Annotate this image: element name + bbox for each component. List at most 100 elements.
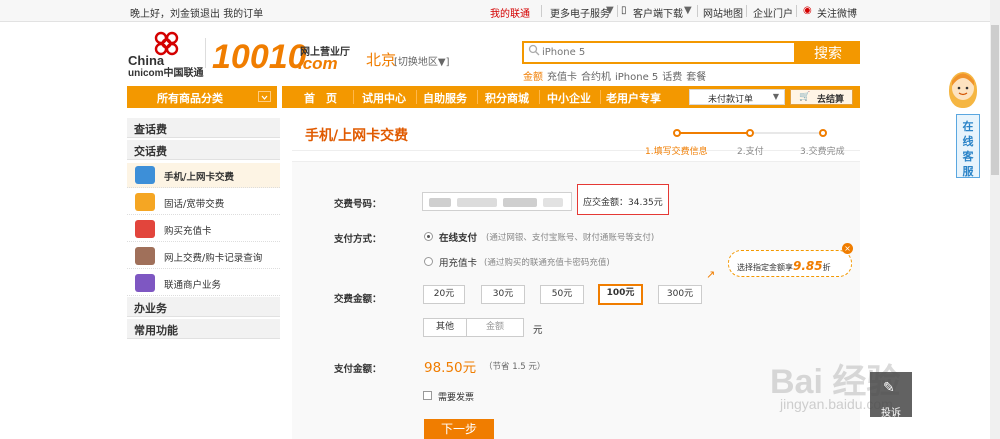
nav-self-service[interactable]: 自助服务 xyxy=(423,90,467,106)
invoice-label: 需要发票 xyxy=(438,393,475,403)
search-input[interactable] xyxy=(542,43,792,62)
sidebar-section-common[interactable]: 常用功能 xyxy=(127,319,280,339)
next-step-button[interactable]: 下一步 xyxy=(424,419,494,439)
step-dot xyxy=(746,129,754,137)
checkout-label: 去结算 xyxy=(817,95,845,105)
sidebar-item-buy-card[interactable]: 购买充值卡 xyxy=(127,217,280,242)
divider xyxy=(746,5,747,17)
amount-option-50[interactable]: 50元 xyxy=(540,285,584,304)
phone-number-field[interactable] xyxy=(422,192,572,211)
follow-weibo-link[interactable]: 关注微博 xyxy=(817,5,857,20)
current-city: 北京 xyxy=(366,51,397,69)
yuan-unit: 元 xyxy=(533,325,543,336)
megaphone-icon: ✎ xyxy=(883,380,895,396)
card-pay-label: 用充值卡 xyxy=(439,258,478,269)
enterprise-portal-link[interactable]: 企业门户 xyxy=(753,5,793,20)
sidebar-item-landline-pay[interactable]: 固话/宽带交费 xyxy=(127,190,280,215)
scrollbar-thumb[interactable] xyxy=(991,25,999,175)
phone-icon: ▯ xyxy=(621,5,627,16)
arrow-icon: ↗ xyxy=(706,268,716,281)
divider xyxy=(697,5,698,17)
hot-word[interactable]: 合约机 xyxy=(581,72,611,83)
discount-tip: 选择指定金额享9.85折 xyxy=(728,250,852,277)
phone-label: 交费号码： xyxy=(334,199,382,210)
hot-word[interactable]: 套餐 xyxy=(686,72,706,83)
brand-10010: 10010 xyxy=(212,38,307,76)
sidebar-item-records[interactable]: 网上交费/购卡记录查询 xyxy=(127,244,280,269)
cart-icon: 🛒 xyxy=(799,92,811,102)
invoice-checkbox[interactable] xyxy=(423,391,432,400)
pay-amount-value: 98.50元 xyxy=(424,360,477,376)
weibo-icon: ◉ xyxy=(803,5,812,16)
card-icon xyxy=(135,220,155,238)
amount-option-100[interactable]: 100元 xyxy=(598,284,643,305)
amount-option-300[interactable]: 300元 xyxy=(658,285,702,304)
brand-en-line1: China xyxy=(128,53,165,68)
greeting: 晚上好，刘金锁退出 我的订单 xyxy=(130,5,263,20)
chevron-down-icon: ▼ xyxy=(772,92,779,101)
user-link[interactable]: 刘金锁 xyxy=(170,9,200,20)
my-unicom-link[interactable]: 我的联通 xyxy=(490,5,530,20)
sidebar-item-merchant[interactable]: 联通商户业务 xyxy=(127,271,280,296)
client-download-link[interactable]: 客户端下载 xyxy=(633,5,683,20)
nav-home[interactable]: 首 页 xyxy=(304,90,337,106)
hot-word[interactable]: iPhone 5 xyxy=(615,72,658,83)
my-orders-link[interactable]: 我的订单 xyxy=(223,9,263,20)
all-categories-button[interactable]: 所有商品分类 xyxy=(127,86,277,108)
nav-existing-users[interactable]: 老用户专享 xyxy=(606,90,661,106)
sidebar-section-business[interactable]: 办业务 xyxy=(127,297,280,317)
divider xyxy=(205,38,206,68)
custom-amount-input[interactable]: 金额 xyxy=(467,318,524,337)
unpaid-orders-dropdown[interactable]: 未付款订单 ▼ xyxy=(689,89,785,105)
sidebar-item-label: 网上交费/购卡记录查询 xyxy=(164,253,263,264)
masked-digits xyxy=(543,198,563,207)
amount-option-30[interactable]: 30元 xyxy=(481,285,525,304)
pay-amount-label: 支付金额： xyxy=(334,364,382,375)
unpaid-orders-label: 未付款订单 xyxy=(708,95,754,105)
page-title: 手机/上网卡交费 xyxy=(305,128,409,144)
sidebar-item-label: 购买充值卡 xyxy=(164,226,212,237)
sitemap-link[interactable]: 网站地图 xyxy=(703,5,743,20)
hot-word[interactable]: 金额 xyxy=(523,72,543,83)
close-icon[interactable]: × xyxy=(842,243,853,254)
amount-option-20[interactable]: 20元 xyxy=(423,285,465,304)
sidebar-section-query-bill[interactable]: 查话费 xyxy=(127,118,280,138)
chevron-down-icon xyxy=(258,91,271,102)
tip-text: 选择指定金额享 xyxy=(737,263,793,272)
radio-card-pay[interactable] xyxy=(424,257,433,266)
divider xyxy=(600,90,601,104)
divider xyxy=(617,5,618,17)
steps-track-done xyxy=(677,132,750,134)
nav-trial-center[interactable]: 试用中心 xyxy=(362,90,406,106)
nav-points-mall[interactable]: 积分商城 xyxy=(485,90,529,106)
report-button[interactable]: ✎ 投诉 xyxy=(870,372,912,419)
customer-service-avatar[interactable] xyxy=(949,72,977,108)
online-service-tab[interactable]: 在线客服 xyxy=(956,114,980,178)
more-services-link[interactable]: 更多电子服务 xyxy=(550,5,610,20)
chevron-down-icon: ▼ xyxy=(606,5,614,16)
checkout-button[interactable]: 🛒 去结算 xyxy=(790,89,853,105)
online-pay-note: (通过网银、支付宝账号、财付通账号等支付) xyxy=(486,233,655,243)
switch-city-link[interactable]: [切换地区▼] xyxy=(394,53,450,68)
brand-dotcom: .com xyxy=(298,54,338,73)
tip-suffix: 折 xyxy=(822,263,831,272)
masked-digits xyxy=(429,198,451,207)
masked-digits xyxy=(503,198,537,207)
search-button[interactable]: 搜索 xyxy=(796,41,860,64)
other-amount-button[interactable]: 其他 xyxy=(423,318,467,337)
report-label: 投诉 xyxy=(881,408,901,419)
sidebar-item-mobile-pay[interactable]: 手机/上网卡交费 xyxy=(127,163,280,188)
divider xyxy=(416,90,417,104)
step-dot xyxy=(673,129,681,137)
divider xyxy=(477,90,478,104)
radio-online-pay[interactable] xyxy=(424,232,433,241)
nav-sme[interactable]: 中小企业 xyxy=(547,90,591,106)
logout-link[interactable]: 退出 xyxy=(200,9,220,20)
hot-word[interactable]: 话费 xyxy=(662,72,682,83)
hot-word[interactable]: 充值卡 xyxy=(547,72,577,83)
divider xyxy=(353,90,354,104)
chevron-down-icon: ▼ xyxy=(684,5,692,16)
divider xyxy=(796,5,797,17)
sidebar-section-pay-bill[interactable]: 交话费 xyxy=(127,140,280,160)
amount-due-box: 应交金额：34.35元 xyxy=(577,184,669,215)
